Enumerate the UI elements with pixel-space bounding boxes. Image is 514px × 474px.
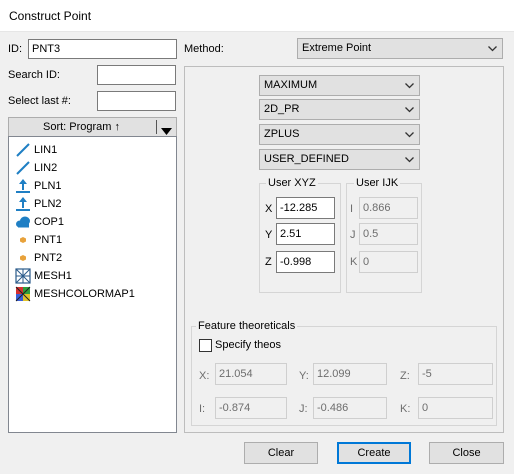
chevron-down-icon bbox=[405, 132, 414, 138]
list-item[interactable]: PLN2 bbox=[13, 195, 173, 213]
window-title: Construct Point bbox=[9, 9, 92, 23]
list-item-label: LIN2 bbox=[34, 162, 58, 174]
sort-button-label: Sort: Program ↑ bbox=[42, 121, 121, 133]
user-j-input: 0.5 bbox=[359, 223, 418, 245]
close-button[interactable]: Close bbox=[429, 442, 504, 464]
list-item[interactable]: LIN1 bbox=[13, 141, 173, 159]
chevron-down-icon bbox=[405, 83, 414, 89]
user-z-input[interactable]: -0.998 bbox=[276, 251, 335, 273]
list-item-label: PLN2 bbox=[34, 198, 62, 210]
feature-list[interactable]: LIN1 LIN2 PLN1 PLN2 COP1 PNT1 PNT2 MESH1… bbox=[8, 136, 177, 433]
list-item-label: PNT2 bbox=[34, 252, 63, 264]
extreme-type-value: MAXIMUM bbox=[264, 79, 318, 91]
user-z-label: Z bbox=[265, 256, 272, 268]
user-xyz-title: User XYZ bbox=[266, 177, 318, 189]
user-x-input[interactable]: -12.285 bbox=[276, 197, 335, 219]
list-item[interactable]: MESHCOLORMAP1 bbox=[13, 285, 173, 303]
id-input[interactable]: PNT3 bbox=[28, 39, 177, 59]
user-i-input: 0.866 bbox=[359, 197, 418, 219]
theo-i-label: I: bbox=[199, 403, 206, 415]
point-icon bbox=[15, 250, 31, 266]
line-icon bbox=[15, 142, 31, 158]
point-icon bbox=[15, 232, 31, 248]
plane-icon bbox=[15, 196, 31, 212]
user-k-input: 0 bbox=[359, 251, 418, 273]
search-id-label: Search ID: bbox=[8, 69, 60, 81]
specify-theos-label: Specify theos bbox=[215, 339, 282, 351]
list-item-label: MESH1 bbox=[34, 270, 72, 282]
select-last-label: Select last #: bbox=[8, 95, 71, 107]
theo-y-input: 12.099 bbox=[313, 363, 387, 385]
chevron-down-icon bbox=[488, 46, 497, 52]
chevron-down-icon bbox=[405, 107, 414, 113]
id-label: ID: bbox=[8, 43, 23, 55]
list-item[interactable]: MESH1 bbox=[13, 267, 173, 285]
user-k-label: K bbox=[350, 256, 358, 268]
mode-select[interactable]: USER_DEFINED bbox=[259, 149, 420, 170]
theo-k-input: 0 bbox=[418, 397, 493, 419]
method-label: Method: bbox=[184, 43, 224, 55]
list-item-label: PLN1 bbox=[34, 180, 62, 192]
theo-x-label: X: bbox=[199, 370, 210, 382]
specify-theos-checkbox[interactable] bbox=[199, 339, 212, 352]
select-last-input[interactable] bbox=[97, 91, 176, 111]
list-item[interactable]: PNT2 bbox=[13, 249, 173, 267]
extreme-type-select[interactable]: MAXIMUM bbox=[259, 75, 420, 96]
plane-icon bbox=[15, 178, 31, 194]
line-icon bbox=[15, 160, 31, 176]
mesh-colormap-icon bbox=[15, 286, 31, 302]
list-item[interactable]: COP1 bbox=[13, 213, 173, 231]
theo-j-input: -0.486 bbox=[313, 397, 387, 419]
user-j-label: J bbox=[350, 229, 356, 241]
list-item-label: MESHCOLORMAP1 bbox=[34, 288, 135, 300]
feature-theoreticals-title: Feature theoreticals bbox=[196, 320, 298, 332]
sort-divider bbox=[156, 120, 157, 134]
user-y-input[interactable]: 2.51 bbox=[276, 223, 335, 245]
list-item-label: COP1 bbox=[34, 216, 64, 228]
projection-value: 2D_PR bbox=[264, 103, 300, 115]
mode-value: USER_DEFINED bbox=[264, 153, 349, 165]
theo-z-input: -5 bbox=[418, 363, 493, 385]
user-y-label: Y bbox=[265, 229, 273, 241]
user-x-label: X bbox=[265, 203, 273, 215]
list-item[interactable]: LIN2 bbox=[13, 159, 173, 177]
chevron-down-icon bbox=[405, 157, 414, 163]
mesh-icon bbox=[15, 268, 31, 284]
create-button[interactable]: Create bbox=[337, 442, 411, 464]
theo-i-input: -0.874 bbox=[215, 397, 287, 419]
list-item-label: PNT1 bbox=[34, 234, 63, 246]
point-cloud-icon bbox=[15, 214, 31, 230]
search-id-input[interactable] bbox=[97, 65, 176, 85]
method-select-value: Extreme Point bbox=[302, 42, 372, 54]
method-select[interactable]: Extreme Point bbox=[297, 38, 503, 59]
theo-y-label: Y: bbox=[299, 370, 309, 382]
theo-z-label: Z: bbox=[400, 370, 410, 382]
projection-select[interactable]: 2D_PR bbox=[259, 99, 420, 120]
theo-x-input: 21.054 bbox=[215, 363, 287, 385]
direction-value: ZPLUS bbox=[264, 128, 300, 140]
list-item-label: LIN1 bbox=[34, 144, 58, 156]
list-item[interactable]: PNT1 bbox=[13, 231, 173, 249]
sort-button[interactable]: Sort: Program ↑ bbox=[8, 117, 177, 137]
user-ijk-title: User IJK bbox=[354, 177, 401, 189]
direction-select[interactable]: ZPLUS bbox=[259, 124, 420, 145]
list-item[interactable]: PLN1 bbox=[13, 177, 173, 195]
theo-k-label: K: bbox=[400, 403, 411, 415]
clear-button[interactable]: Clear bbox=[244, 442, 318, 464]
theo-j-label: J: bbox=[299, 403, 308, 415]
user-i-label: I bbox=[350, 203, 354, 215]
